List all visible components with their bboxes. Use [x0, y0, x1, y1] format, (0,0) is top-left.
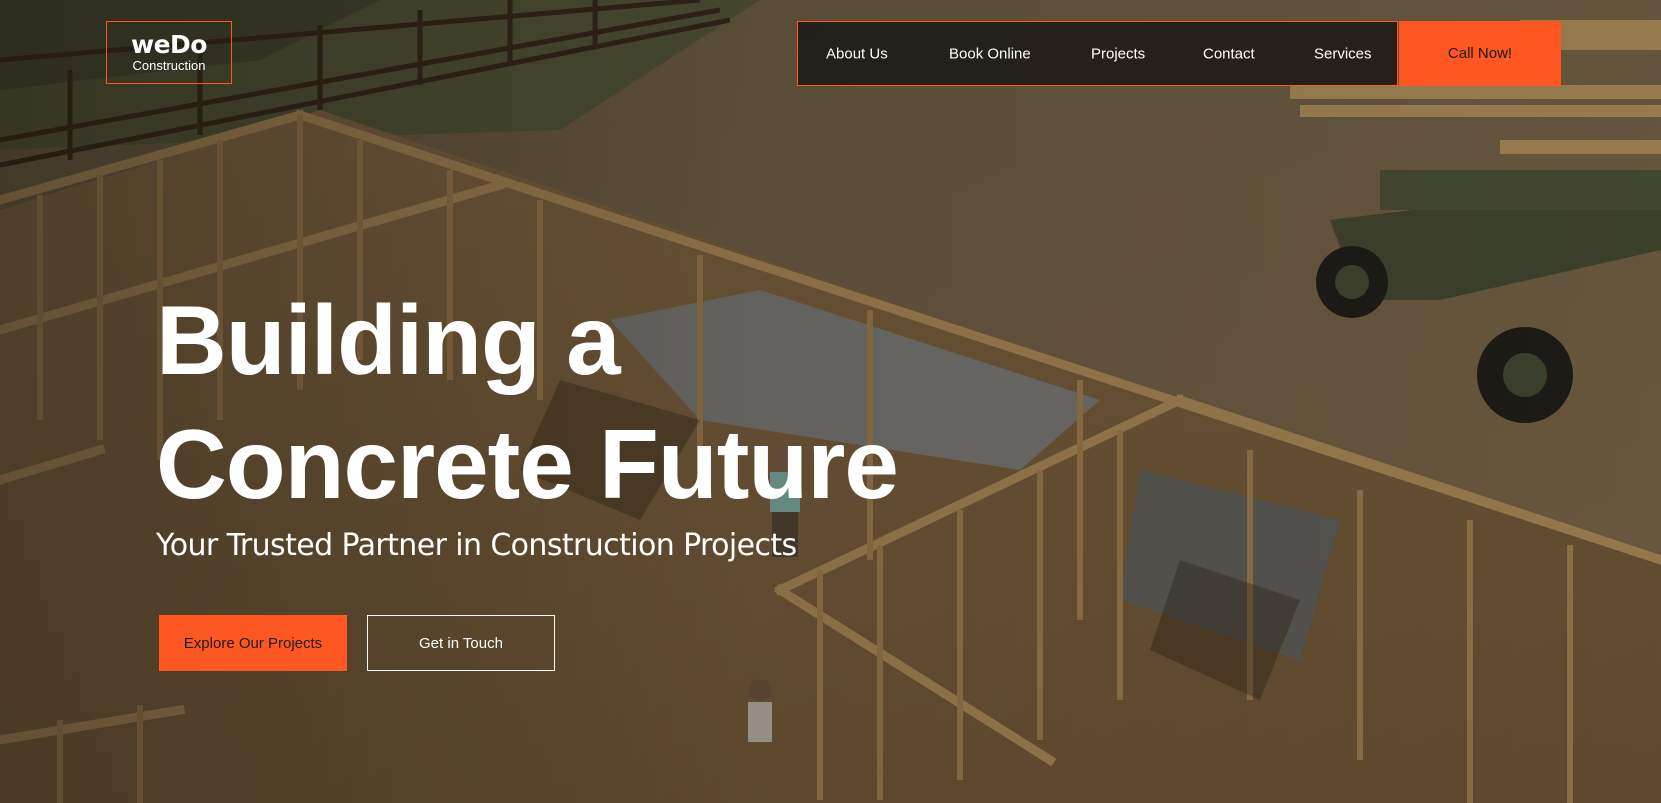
main-nav: About Us Book Online Projects Contact Se…	[797, 21, 1398, 86]
hero-title-line-2: Concrete Future	[156, 409, 899, 519]
explore-projects-button[interactable]: Explore Our Projects	[159, 615, 347, 671]
get-in-touch-button[interactable]: Get in Touch	[367, 615, 555, 671]
site-logo[interactable]: weDo Construction	[106, 21, 232, 84]
nav-item-contact[interactable]: Contact	[1203, 45, 1255, 62]
nav-item-services[interactable]: Services	[1314, 45, 1372, 62]
hero-title-line-1: Building a	[156, 285, 621, 395]
logo-name: weDo	[131, 29, 207, 59]
nav-item-book-online[interactable]: Book Online	[949, 45, 1031, 62]
logo-subtitle: Construction	[132, 57, 206, 73]
hero-subtitle: Your Trusted Partner in Construction Pro…	[156, 528, 797, 563]
nav-item-projects[interactable]: Projects	[1091, 45, 1145, 62]
nav-item-about-us[interactable]: About Us	[826, 45, 888, 62]
call-now-button[interactable]: Call Now!	[1399, 21, 1561, 86]
hero-title: Building a Concrete Future	[156, 278, 899, 526]
